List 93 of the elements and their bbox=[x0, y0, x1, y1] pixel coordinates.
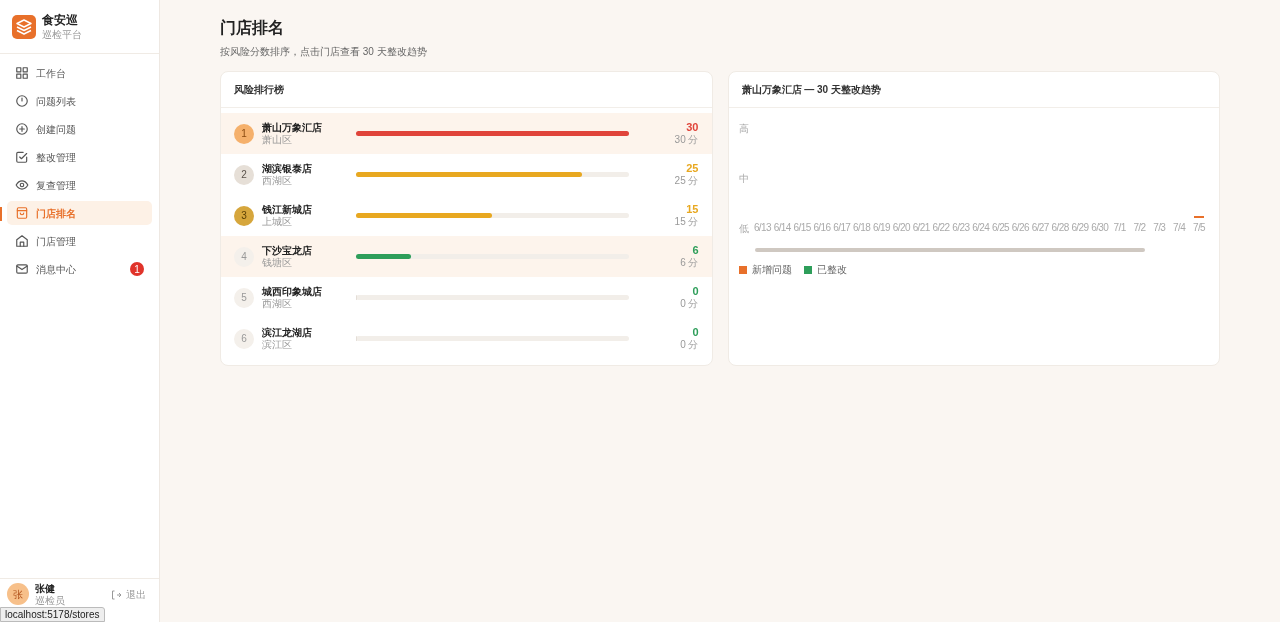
nav-item[interactable]: 工作台 bbox=[7, 61, 152, 85]
checkbox-icon bbox=[15, 150, 29, 164]
axis-label: 6/26 bbox=[1011, 222, 1029, 234]
axis-label: 7/1 bbox=[1113, 222, 1126, 234]
grid-icon bbox=[15, 66, 29, 80]
user-name: 张健 bbox=[35, 583, 56, 595]
ranking-row[interactable]: 4 下沙宝龙店 钱塘区 6 6 分 bbox=[221, 236, 712, 277]
scrollbar[interactable] bbox=[754, 248, 1145, 252]
score-label: 0 分 bbox=[680, 339, 699, 351]
axis-label: 6/13 bbox=[753, 222, 771, 234]
axis-label: 6/17 bbox=[833, 222, 851, 234]
score-value: 0 bbox=[692, 326, 699, 339]
logout-icon bbox=[110, 588, 122, 601]
axis-label: 7/3 bbox=[1153, 222, 1166, 234]
nav-item[interactable]: 问题列表 bbox=[7, 89, 152, 113]
rank-badge: 4 bbox=[234, 246, 254, 267]
axis-label: 6/30 bbox=[1091, 222, 1109, 234]
bag-icon bbox=[15, 206, 29, 220]
nav-item[interactable]: 消息中心 1 bbox=[7, 257, 152, 281]
axis-label: 6/19 bbox=[872, 222, 890, 234]
rank-badge: 1 bbox=[234, 123, 254, 144]
axis-label: 高 bbox=[738, 123, 750, 135]
axis-label: 6/25 bbox=[992, 222, 1010, 234]
rank-badge: 2 bbox=[234, 164, 254, 185]
page-title: 门店排名 bbox=[220, 18, 285, 38]
axis-label: 7/2 bbox=[1133, 222, 1146, 234]
store-district: 滨江区 bbox=[262, 338, 293, 351]
store-district: 西湖区 bbox=[262, 174, 293, 187]
home-icon bbox=[15, 234, 29, 248]
score-label: 25 分 bbox=[674, 175, 699, 187]
user-role: 巡检员 bbox=[35, 595, 66, 607]
ranking-row[interactable]: 2 湖滨银泰店 西湖区 25 25 分 bbox=[221, 154, 712, 195]
axis-label: 6/23 bbox=[952, 222, 970, 234]
score-label: 30 分 bbox=[674, 134, 699, 146]
card-title: 萧山万象汇店 — 30 天整改趋势 bbox=[741, 83, 881, 97]
axis-label: 6/15 bbox=[793, 222, 811, 234]
axis-label: 6/14 bbox=[773, 222, 791, 234]
nav-item[interactable]: 门店管理 bbox=[7, 229, 152, 253]
axis-label: 6/24 bbox=[972, 222, 990, 234]
axis-label: 7/4 bbox=[1173, 222, 1186, 234]
brand-subtitle: 巡检平台 bbox=[42, 27, 82, 41]
store-district: 萧山区 bbox=[262, 133, 293, 146]
score-label: 0 分 bbox=[680, 298, 699, 310]
nav-item[interactable]: 复查管理 bbox=[7, 173, 152, 197]
plus-icon bbox=[15, 122, 29, 136]
axis-label: 中 bbox=[738, 173, 750, 185]
ranking-row[interactable]: 6 滨江龙湖店 滨江区 0 0 分 bbox=[221, 318, 712, 359]
brand-name: 食安巡 bbox=[42, 12, 79, 28]
notification-badge: 1 bbox=[130, 262, 144, 276]
nav-item[interactable]: 整改管理 bbox=[7, 145, 152, 169]
store-name: 萧山万象汇店 bbox=[262, 121, 323, 134]
ranking-row[interactable]: 1 萧山万象汇店 萧山区 30 30 分 bbox=[221, 113, 712, 154]
axis-label: 低 bbox=[738, 223, 750, 235]
store-district: 西湖区 bbox=[262, 297, 293, 310]
store-district: 钱塘区 bbox=[262, 256, 293, 269]
score-value: 6 bbox=[692, 244, 699, 257]
axis-label: 7/5 bbox=[1192, 222, 1206, 234]
axis-label: 6/16 bbox=[813, 222, 831, 234]
store-name: 钱江新城店 bbox=[262, 203, 313, 216]
axis-label: 6/22 bbox=[932, 222, 950, 234]
axis-label: 6/27 bbox=[1031, 222, 1049, 234]
mail-icon bbox=[15, 262, 29, 276]
active-indicator bbox=[0, 207, 2, 221]
legend-label: 新增问题 bbox=[751, 263, 792, 277]
score-value: 25 bbox=[686, 162, 699, 175]
ranking-row[interactable]: 3 钱江新城店 上城区 15 15 分 bbox=[221, 195, 712, 236]
score-value: 30 bbox=[686, 121, 699, 134]
nav-item[interactable]: 创建问题 bbox=[7, 117, 152, 141]
axis-label: 6/21 bbox=[912, 222, 930, 234]
axis-label: 6/20 bbox=[892, 222, 910, 234]
axis-label: 6/28 bbox=[1051, 222, 1069, 234]
ranking-row[interactable]: 5 城西印象城店 西湖区 0 0 分 bbox=[221, 277, 712, 318]
score-value: 0 bbox=[692, 285, 699, 298]
score-label: 6 分 bbox=[680, 257, 699, 269]
store-district: 上城区 bbox=[262, 215, 293, 228]
store-name: 湖滨银泰店 bbox=[262, 162, 313, 175]
legend-label: 已整改 bbox=[816, 263, 847, 277]
rank-badge: 3 bbox=[234, 205, 254, 226]
store-name: 城西印象城店 bbox=[262, 285, 323, 298]
score-value: 15 bbox=[686, 203, 699, 216]
user-avatar: 张 bbox=[7, 583, 29, 605]
axis-label: 6/29 bbox=[1071, 222, 1089, 234]
card-title: 风险排行榜 bbox=[234, 83, 284, 97]
rank-badge: 5 bbox=[234, 287, 254, 308]
store-name: 滨江龙湖店 bbox=[262, 326, 313, 339]
eye-icon bbox=[15, 178, 29, 192]
axis-label: 6/18 bbox=[853, 222, 871, 234]
score-label: 15 分 bbox=[674, 216, 699, 228]
store-name: 下沙宝龙店 bbox=[262, 244, 313, 257]
page-subtitle: 按风险分数排序，点击门店查看 30 天整改趋势 bbox=[220, 45, 428, 59]
logo-icon bbox=[12, 14, 36, 39]
status-bar-url: localhost:5178/stores bbox=[0, 607, 105, 622]
rank-badge: 6 bbox=[234, 328, 254, 349]
